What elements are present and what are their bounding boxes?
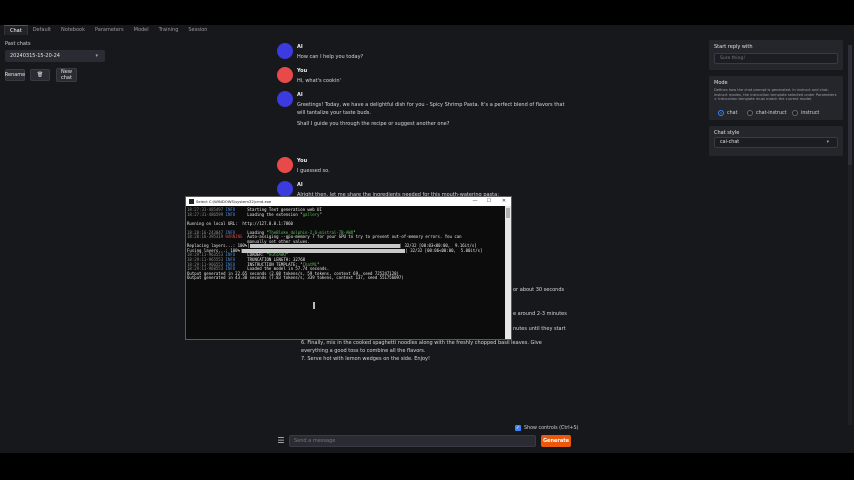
radio-unselected-icon xyxy=(792,110,798,116)
tab-session[interactable]: Session xyxy=(183,25,212,35)
tab-default[interactable]: Default xyxy=(28,25,56,35)
mode-option-label: chat xyxy=(727,110,738,116)
partial-text-line: nutes until they start xyxy=(513,326,566,332)
trash-icon: 🗑 xyxy=(36,72,44,78)
avatar xyxy=(277,43,293,59)
message-paragraph: Greetings! Today, we have a delightful d… xyxy=(297,102,565,116)
sender-name: AI xyxy=(297,92,303,98)
radio-selected-icon xyxy=(718,110,724,116)
chevron-down-icon: ▾ xyxy=(95,53,98,59)
recipe-steps: 6. Finally, mix in the cooked spaghetti … xyxy=(301,339,561,363)
past-chats-label: Past chats xyxy=(5,41,31,47)
hamburger-menu-icon[interactable]: ☰ xyxy=(277,436,285,446)
terminal-text: 18:27:31-486599 xyxy=(187,211,226,217)
mode-radio-chat-instruct[interactable]: chat-instruct xyxy=(747,110,787,116)
checkbox-checked-icon: ✓ xyxy=(515,425,521,431)
generate-button[interactable]: Generate xyxy=(541,435,571,447)
partial-text-line: e around 2-3 minutes xyxy=(513,311,567,317)
terminal-output: 18:27:31-485497 INFO Starting Text gener… xyxy=(186,206,505,339)
tab-model[interactable]: Model xyxy=(129,25,154,35)
show-controls-label: Show controls (Ctrl+S) xyxy=(524,425,579,431)
message-paragraph: Shall I guide you through the recipe or … xyxy=(297,121,450,127)
terminal-titlebar[interactable]: Select C:\WINDOWS\system32\cmd.exe — ☐ ✕ xyxy=(186,197,511,206)
terminal-scrollbar-thumb[interactable] xyxy=(506,208,510,218)
terminal-title: Select C:\WINDOWS\system32\cmd.exe xyxy=(196,199,272,204)
recipe-step: 6. Finally, mix in the cooked spaghetti … xyxy=(301,340,542,354)
mode-radio-chat[interactable]: chat xyxy=(718,110,738,116)
message-input[interactable]: Send a message xyxy=(289,435,536,447)
avatar xyxy=(277,91,293,107)
rename-button[interactable]: Rename xyxy=(5,69,25,81)
tab-parameters[interactable]: Parameters xyxy=(90,25,129,35)
terminal-window[interactable]: Select C:\WINDOWS\system32\cmd.exe — ☐ ✕… xyxy=(185,196,512,340)
page-scrollbar-thumb[interactable] xyxy=(848,45,852,165)
terminal-text: gallery xyxy=(302,211,320,217)
mode-panel: Mode Defines how the chat prompt is gene… xyxy=(709,76,843,120)
maximize-icon[interactable]: ☐ xyxy=(482,197,496,206)
message-paragraph: Hi, what's cookin' xyxy=(297,78,341,84)
close-icon[interactable]: ✕ xyxy=(497,197,511,206)
recipe-step: 7. Serve hot with lemon wedges on the si… xyxy=(301,356,430,362)
avatar xyxy=(277,157,293,173)
message-body: How can I help you today? xyxy=(297,53,567,64)
show-controls-toggle[interactable]: ✓ Show controls (Ctrl+S) xyxy=(515,425,578,431)
chat-style-dropdown[interactable]: cai-chat ▾ xyxy=(714,137,838,148)
delete-chat-button[interactable]: 🗑 xyxy=(30,69,50,81)
sender-name: You xyxy=(297,158,308,164)
mode-label: Mode xyxy=(714,80,728,86)
tab-training[interactable]: Training xyxy=(154,25,184,35)
tab-chat[interactable]: Chat xyxy=(4,25,28,35)
tab-notebook[interactable]: Notebook xyxy=(56,25,90,35)
avatar xyxy=(277,181,293,197)
minimize-icon[interactable]: — xyxy=(468,197,482,206)
terminal-line: Output generated in 43.38 seconds (7.83 … xyxy=(187,275,505,281)
mode-option-label: instruct xyxy=(801,110,820,116)
sender-name: AI xyxy=(297,44,303,50)
mode-option-label: chat-instruct xyxy=(756,110,787,116)
terminal-text: " xyxy=(319,211,322,217)
terminal-text: | 32/32 [00:06<00:00, 5.00it/s] xyxy=(405,247,483,253)
mode-description: Defines how the chat prompt is generated… xyxy=(714,88,837,102)
terminal-scrollbar[interactable] xyxy=(505,206,511,339)
sender-name: AI xyxy=(297,182,303,188)
tab-bar: Chat Default Notebook Parameters Model Traini… xyxy=(0,25,854,35)
past-chats-value: 20240315-15-20-24 xyxy=(10,53,60,59)
terminal-text: Running on local URL: http://127.0.0.1:7… xyxy=(187,220,293,226)
chat-style-value: cai-chat xyxy=(720,140,740,145)
past-chats-dropdown[interactable]: 20240315-15-20-24 ▾ xyxy=(5,50,105,62)
text-cursor-icon xyxy=(313,302,315,309)
message-body: Greetings! Today, we have a delightful d… xyxy=(297,101,567,131)
message-paragraph: How can I help you today? xyxy=(297,54,364,60)
message-paragraph: I guessed so. xyxy=(297,168,330,174)
new-chat-button[interactable]: New chat xyxy=(56,68,77,82)
message-body: Hi, what's cookin' xyxy=(297,77,567,88)
sender-name: You xyxy=(297,68,308,74)
progress-bar xyxy=(249,244,400,249)
avatar xyxy=(277,67,293,83)
mode-radio-instruct[interactable]: instruct xyxy=(792,110,819,116)
partial-text-line: or about 30 seconds xyxy=(513,287,565,293)
chevron-down-icon: ▾ xyxy=(826,140,829,145)
start-reply-input[interactable]: Sure thing! xyxy=(714,53,838,64)
chat-style-label: Chat style xyxy=(714,130,740,136)
terminal-text: INFO xyxy=(225,211,248,217)
start-reply-panel: Start reply with Sure thing! xyxy=(709,40,843,70)
chat-style-panel: Chat style cai-chat ▾ xyxy=(709,126,843,156)
terminal-text: Loading the extension " xyxy=(247,211,303,217)
radio-unselected-icon xyxy=(747,110,753,116)
start-reply-label: Start reply with xyxy=(714,44,753,50)
message-body: I guessed so. xyxy=(297,167,567,178)
cmd-icon xyxy=(189,199,194,204)
terminal-text: Output generated in 43.38 seconds (7.83 … xyxy=(187,275,404,281)
